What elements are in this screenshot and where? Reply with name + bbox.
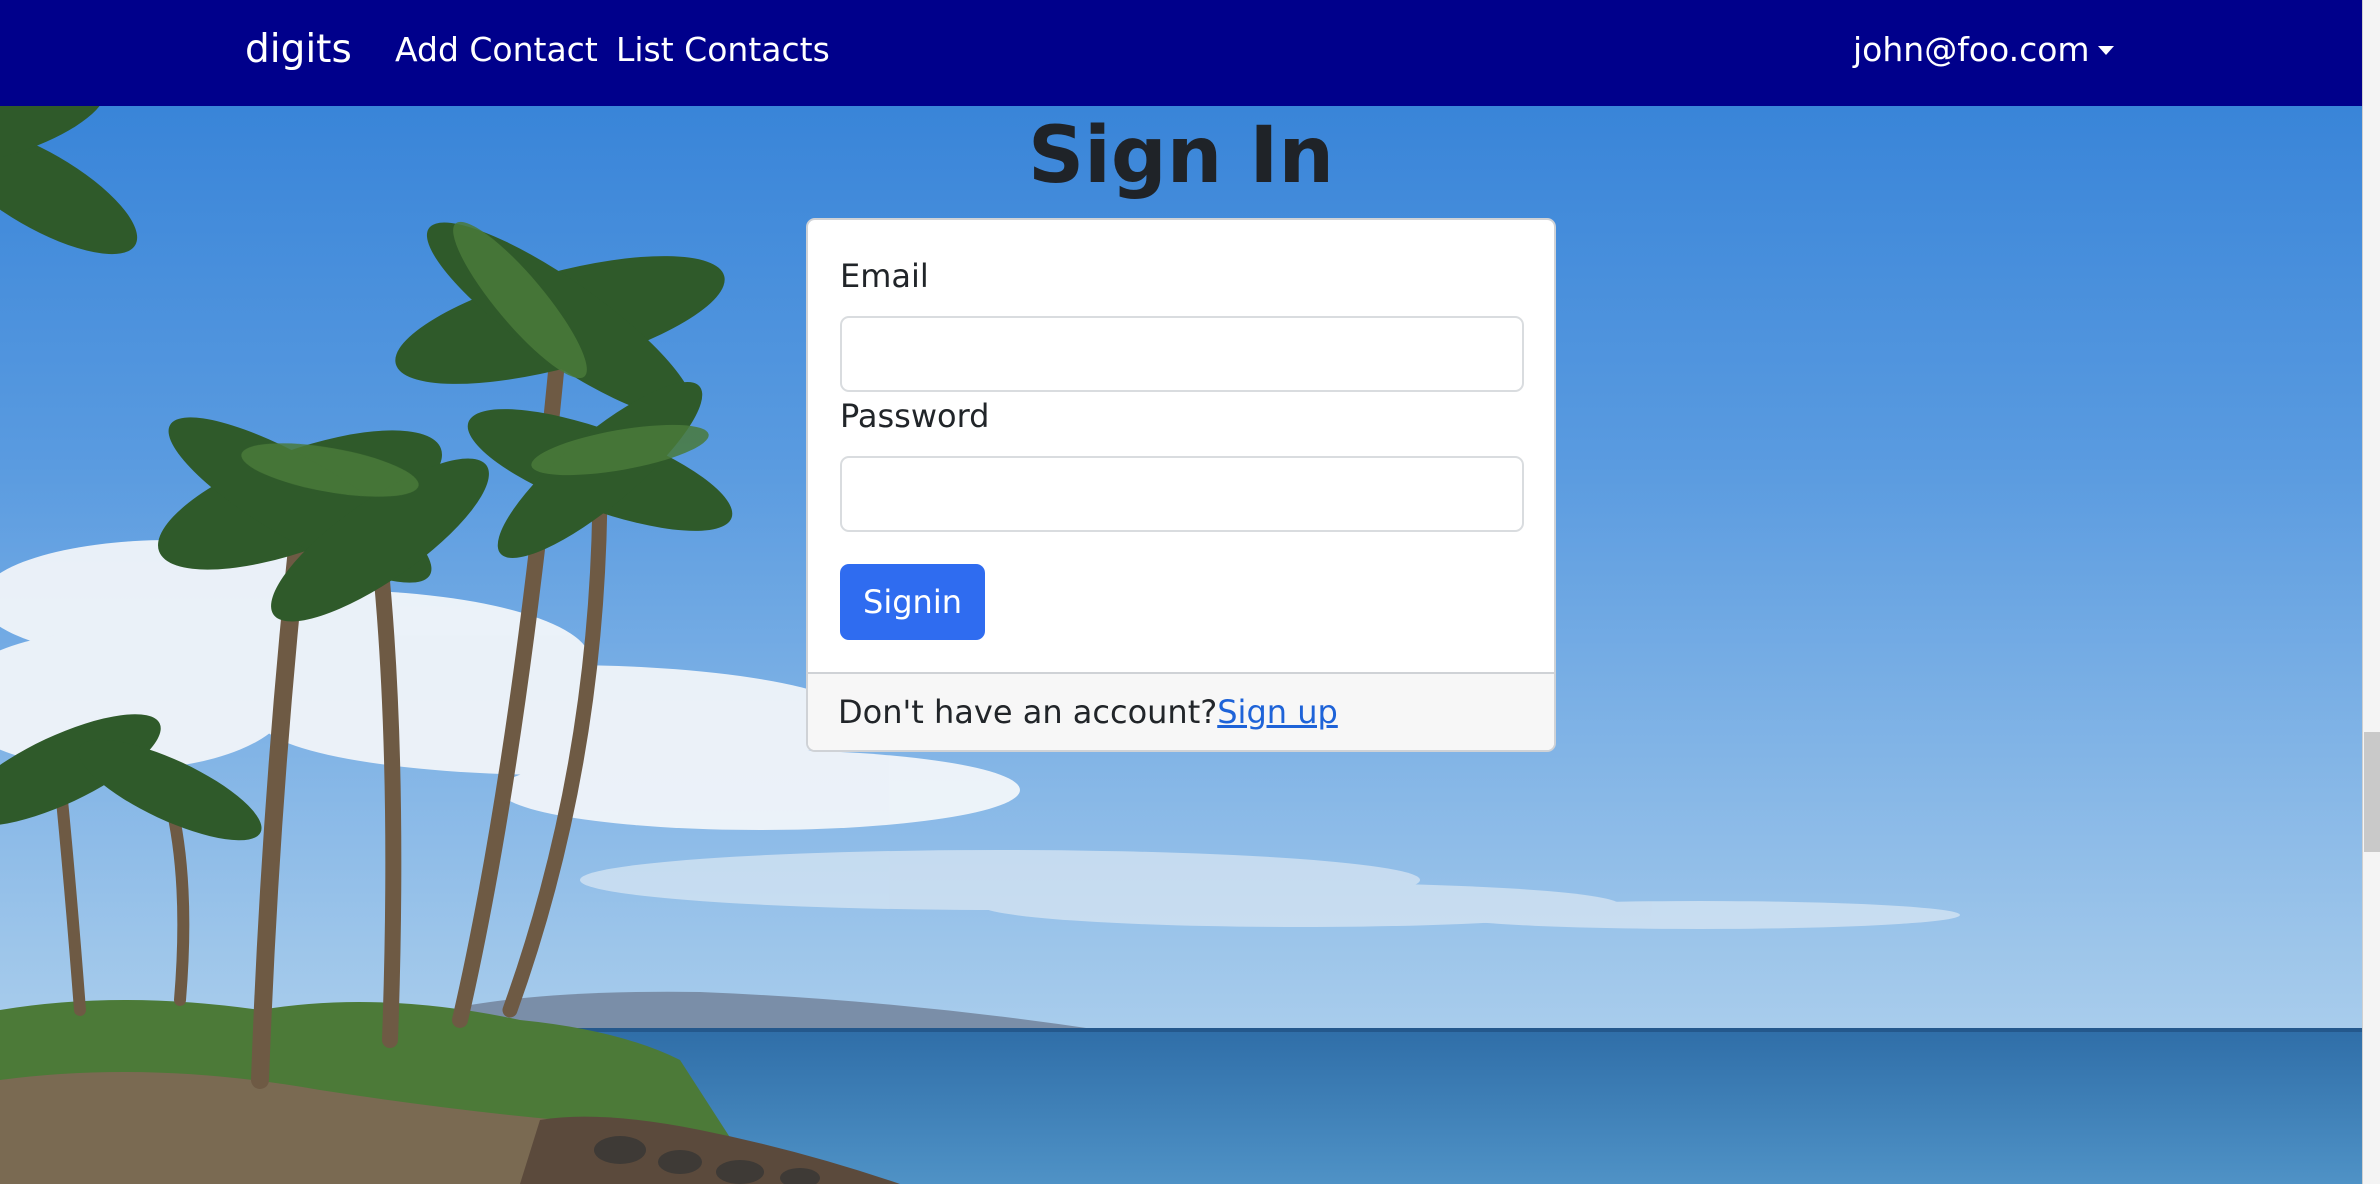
user-dropdown-toggle[interactable]: john@foo.com	[1853, 24, 2114, 76]
nav-list-contacts-link[interactable]: List Contacts	[616, 24, 830, 76]
signup-link[interactable]: Sign up	[1217, 693, 1338, 731]
signin-card-footer: Don't have an account?Sign up	[808, 672, 1554, 750]
no-account-text: Don't have an account?	[838, 693, 1218, 731]
password-input[interactable]	[840, 456, 1524, 532]
page-title: Sign In	[1028, 111, 1334, 201]
email-input[interactable]	[840, 316, 1524, 392]
password-label: Password	[840, 397, 990, 435]
window-edge-thumb	[2364, 732, 2380, 852]
email-label: Email	[840, 257, 929, 295]
signup-prompt: Don't have an account?Sign up	[838, 688, 1338, 736]
page: digits Add Contact List Contacts john@fo…	[0, 0, 2362, 1184]
caret-down-icon	[2097, 46, 2114, 55]
nav-add-contact-link[interactable]: Add Contact	[395, 24, 598, 76]
user-email-label: john@foo.com	[1853, 30, 2090, 69]
signin-card: Email Password Signin Don't have an acco…	[806, 218, 1556, 752]
window-edge-strip	[2362, 0, 2380, 1184]
signin-button[interactable]: Signin	[840, 564, 985, 640]
top-navbar: digits Add Contact List Contacts john@fo…	[0, 0, 2362, 106]
brand-logo-link[interactable]: digits	[245, 22, 352, 78]
